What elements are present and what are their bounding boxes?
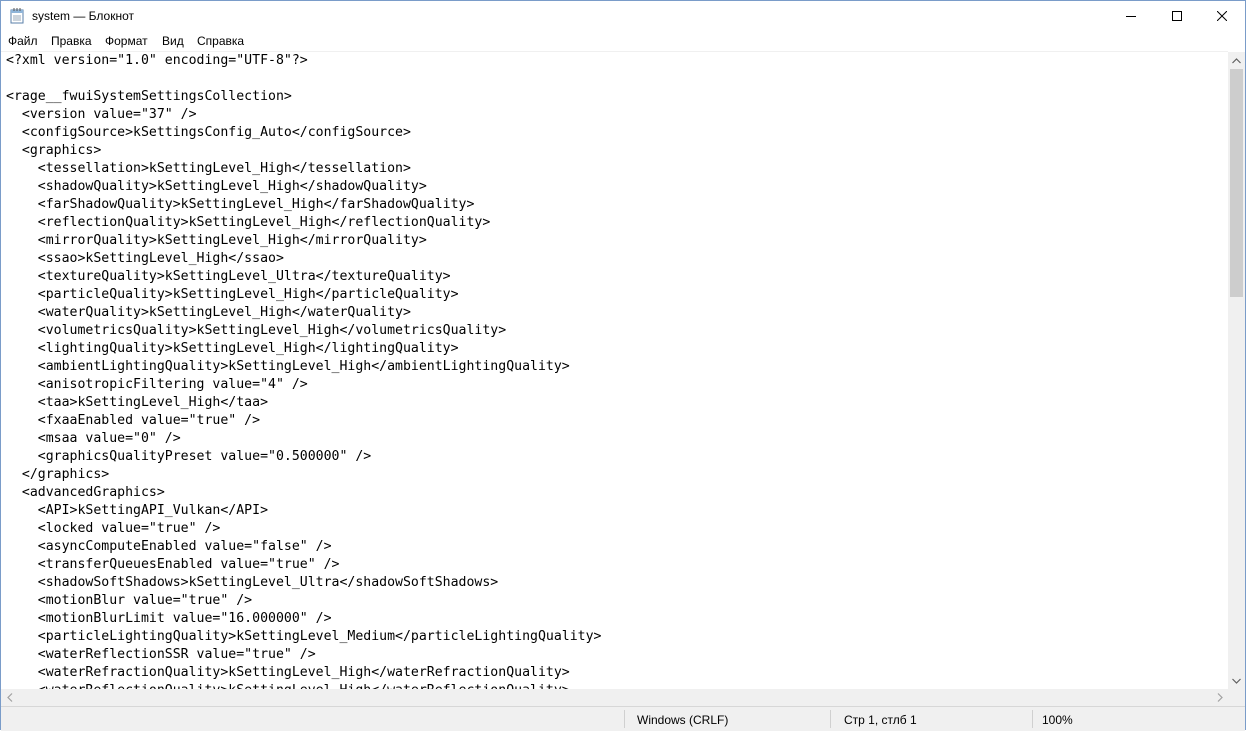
editor-line: <locked value="true" />: [6, 521, 221, 536]
editor-line: <ambientLightingQuality>kSettingLevel_Hi…: [6, 359, 570, 374]
editor-line: <asyncComputeEnabled value="false" />: [6, 539, 332, 554]
window-title: system — Блокнот: [32, 9, 135, 23]
editor-line: <tessellation>kSettingLevel_High</tessel…: [6, 161, 411, 176]
editor-line: <farShadowQuality>kSettingLevel_High</fa…: [6, 197, 475, 212]
scroll-down-button[interactable]: [1228, 672, 1245, 689]
editor-line: <reflectionQuality>kSettingLevel_High</r…: [6, 215, 491, 230]
editor-line: <configSource>kSettingsConfig_Auto</conf…: [6, 125, 411, 140]
editor-line: <motionBlur value="true" />: [6, 593, 253, 608]
menu-edit[interactable]: Правка: [51, 34, 92, 48]
menu-file[interactable]: Файл: [8, 34, 38, 48]
close-button[interactable]: [1199, 1, 1245, 31]
menu-help-label: Справка: [197, 34, 245, 48]
editor-line: <transferQueuesEnabled value="true" />: [6, 557, 340, 572]
vertical-scrollbar[interactable]: [1228, 52, 1245, 689]
maximize-icon: [1172, 11, 1182, 21]
editor-line: </graphics>: [6, 467, 110, 482]
text-editor[interactable]: <?xml version="1.0" encoding="UTF-8"?> <…: [1, 51, 1228, 690]
editor-line: <shadowSoftShadows>kSettingLevel_Ultra</…: [6, 575, 499, 590]
editor-line: <volumetricsQuality>kSettingLevel_High</…: [6, 323, 507, 338]
editor-line: <lightingQuality>kSettingLevel_High</lig…: [6, 341, 459, 356]
menu-edit-label: Правка: [51, 34, 92, 48]
editor-line: <msaa value="0" />: [6, 431, 181, 446]
maximize-button[interactable]: [1154, 1, 1200, 31]
editor-line: <ssao>kSettingLevel_High</ssao>: [6, 251, 284, 266]
menu-format-label: Формат: [105, 34, 148, 48]
editor-line: <graphicsQualityPreset value="0.500000" …: [6, 449, 372, 464]
editor-line: <rage__fwuiSystemSettingsCollection>: [6, 89, 292, 104]
menu-format[interactable]: Формат: [105, 34, 148, 48]
notepad-icon: [10, 8, 24, 24]
editor-line: <waterRefractionQuality>kSettingLevel_Hi…: [6, 665, 570, 680]
status-divider: [624, 710, 625, 728]
editor-line: <taa>kSettingLevel_High</taa>: [6, 395, 269, 410]
chevron-left-icon: [6, 693, 12, 702]
menu-view[interactable]: Вид: [162, 34, 184, 48]
status-line-endings: Windows (CRLF): [637, 713, 729, 727]
notepad-window: system — Блокнот Файл Правка Формат Вид …: [0, 0, 1246, 731]
menu-view-label: Вид: [162, 34, 184, 48]
chevron-down-icon: [1232, 678, 1241, 684]
status-divider: [830, 710, 831, 728]
close-icon: [1217, 11, 1227, 21]
scroll-up-button[interactable]: [1228, 52, 1245, 69]
editor-line: <anisotropicFiltering value="4" />: [6, 377, 308, 392]
menu-bar: Файл Правка Формат Вид Справка: [1, 31, 1245, 51]
minimize-icon: [1126, 16, 1136, 17]
scrollbar-corner: [1228, 689, 1245, 706]
editor-line: <motionBlurLimit value="16.000000" />: [6, 611, 332, 626]
status-divider: [1032, 710, 1033, 728]
scroll-left-button[interactable]: [1, 689, 18, 706]
editor-line: <fxaaEnabled value="true" />: [6, 413, 261, 428]
chevron-up-icon: [1232, 57, 1241, 63]
vertical-scroll-thumb[interactable]: [1230, 69, 1243, 297]
editor-line: <API>kSettingAPI_Vulkan</API>: [6, 503, 269, 518]
title-bar[interactable]: system — Блокнот: [1, 1, 1245, 31]
editor-line: <?xml version="1.0" encoding="UTF-8"?>: [6, 53, 308, 68]
editor-line: <waterReflectionSSR value="true" />: [6, 647, 316, 662]
editor-line: <particleQuality>kSettingLevel_High</par…: [6, 287, 459, 302]
editor-line: <mirrorQuality>kSettingLevel_High</mirro…: [6, 233, 427, 248]
horizontal-scrollbar[interactable]: [1, 689, 1228, 706]
status-cursor-position: Стр 1, стлб 1: [844, 713, 917, 727]
status-bar: Windows (CRLF) Стр 1, стлб 1 100%: [1, 706, 1245, 731]
editor-line: <advancedGraphics>: [6, 485, 165, 500]
editor-line: <particleLightingQuality>kSettingLevel_M…: [6, 629, 602, 644]
editor-line: <shadowQuality>kSettingLevel_High</shado…: [6, 179, 427, 194]
scroll-right-button[interactable]: [1211, 689, 1228, 706]
menu-help[interactable]: Справка: [197, 34, 244, 48]
editor-line: <graphics>: [6, 143, 102, 158]
menu-file-label: Файл: [8, 34, 38, 48]
editor-line: <waterQuality>kSettingLevel_High</waterQ…: [6, 305, 411, 320]
editor-line: <textureQuality>kSettingLevel_Ultra</tex…: [6, 269, 451, 284]
editor-text[interactable]: <?xml version="1.0" encoding="UTF-8"?> <…: [6, 52, 601, 690]
status-zoom: 100%: [1042, 713, 1073, 727]
editor-line: <version value="37" />: [6, 107, 197, 122]
chevron-right-icon: [1217, 693, 1223, 702]
minimize-button[interactable]: [1108, 1, 1154, 31]
